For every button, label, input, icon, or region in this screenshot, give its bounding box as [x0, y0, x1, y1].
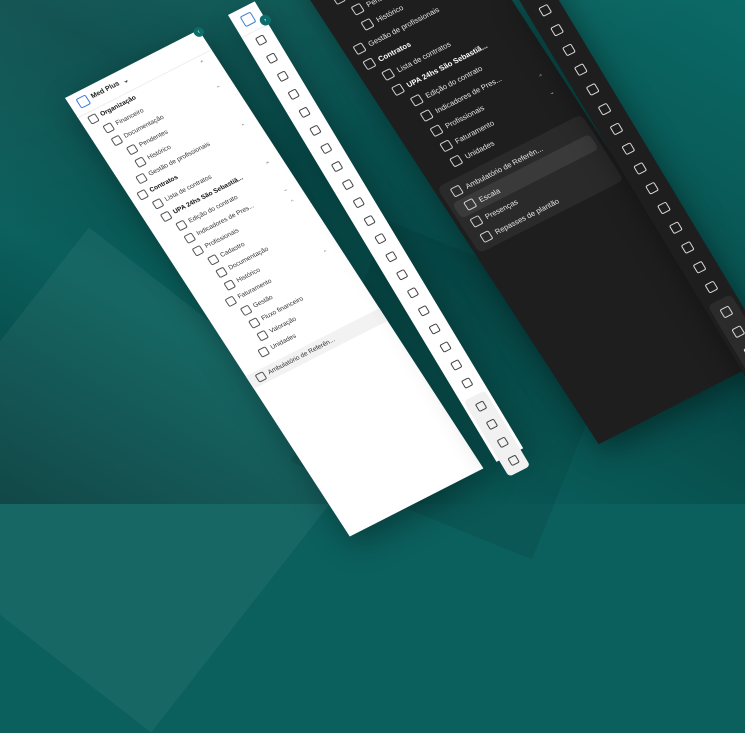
add-user-icon — [621, 141, 636, 155]
edit-icon — [585, 82, 600, 96]
chevron-icon[interactable]: ⌃ — [199, 59, 207, 67]
flow-icon — [438, 341, 452, 354]
document-icon — [331, 0, 347, 6]
document-icon — [215, 266, 229, 279]
chart-icon — [265, 52, 278, 65]
history-icon — [644, 181, 659, 195]
valuation-icon — [449, 359, 463, 372]
edit-icon — [175, 219, 189, 232]
attendance-icon — [496, 436, 509, 449]
chevron-icon[interactable]: ⌄ — [547, 88, 556, 97]
contract-icon — [549, 23, 564, 37]
dollar-icon — [417, 305, 430, 317]
clock-icon — [125, 143, 139, 156]
indicator-icon — [419, 109, 434, 122]
users-icon — [191, 244, 205, 257]
building-icon — [254, 34, 268, 47]
indicator-icon — [362, 214, 376, 227]
contract-icon — [136, 188, 150, 201]
clock-icon — [286, 88, 300, 101]
contract-icon — [319, 142, 333, 155]
dollar-icon — [224, 295, 238, 308]
schedule-icon — [485, 418, 498, 431]
chevron-icon[interactable]: ⌄ — [281, 185, 290, 193]
hospital-icon — [390, 83, 406, 97]
history-icon — [223, 279, 237, 291]
list-icon — [151, 197, 165, 210]
chart-icon — [102, 122, 116, 134]
users-icon — [537, 3, 552, 17]
clinic-icon — [474, 400, 488, 413]
users-icon — [429, 124, 444, 138]
flow-icon — [680, 240, 695, 254]
chevron-down-icon: ⌄ — [121, 76, 131, 85]
users-icon — [352, 42, 367, 56]
manage-icon — [668, 220, 683, 234]
units-icon — [257, 346, 271, 358]
add-user-icon — [384, 251, 398, 263]
clinic-icon — [449, 184, 464, 198]
indicator-icon — [597, 102, 612, 116]
users-icon — [135, 172, 149, 185]
units-icon — [704, 280, 719, 294]
hospital-icon — [159, 210, 173, 223]
document-icon — [276, 70, 289, 83]
brand-name: Med Plus — [89, 80, 122, 101]
add-user-icon — [206, 253, 220, 266]
chevron-icon[interactable]: ⌃ — [240, 122, 248, 130]
contract-icon — [362, 57, 377, 71]
document-icon — [110, 134, 124, 147]
transfer-icon — [506, 454, 520, 467]
flow-icon — [247, 317, 261, 329]
attendance-icon — [469, 214, 484, 228]
units-icon — [460, 377, 474, 390]
hospital-icon — [341, 178, 354, 191]
clock-icon — [350, 2, 365, 16]
manage-icon — [427, 323, 441, 336]
indicator-icon — [183, 232, 197, 244]
chevron-icon[interactable]: ⌃ — [322, 249, 331, 257]
history-icon — [134, 156, 147, 169]
document-icon — [395, 269, 409, 281]
users-icon — [609, 121, 624, 136]
chevron-icon[interactable]: ⌃ — [215, 84, 224, 92]
schedule-icon — [463, 197, 478, 211]
chevron-icon[interactable]: ⌃ — [537, 72, 546, 82]
list-icon — [330, 160, 343, 173]
chevron-icon[interactable]: ⌃ — [289, 198, 298, 206]
brand-logo-icon — [75, 94, 92, 109]
document-icon — [632, 161, 647, 175]
chevron-icon[interactable]: ⌃ — [265, 160, 273, 168]
hospital-icon — [573, 62, 588, 76]
history-icon — [297, 106, 311, 119]
list-icon — [561, 42, 576, 57]
valuation-icon — [692, 260, 707, 274]
users-icon — [308, 124, 322, 137]
transfer-icon — [479, 230, 494, 244]
list-icon — [381, 68, 396, 81]
history-icon — [360, 17, 375, 31]
dollar-icon — [439, 139, 454, 153]
users-icon — [373, 232, 387, 245]
history-icon — [406, 287, 419, 299]
edit-icon — [351, 196, 365, 209]
manage-icon — [239, 304, 253, 317]
clinic-icon — [254, 371, 268, 383]
building-icon — [86, 113, 100, 125]
clinic-icon — [719, 304, 734, 319]
brand-logo-icon — [239, 11, 257, 28]
edit-icon — [409, 93, 425, 107]
units-icon — [449, 154, 464, 168]
valuation-icon — [256, 329, 270, 342]
schedule-icon — [731, 324, 745, 338]
dollar-icon — [656, 200, 671, 215]
